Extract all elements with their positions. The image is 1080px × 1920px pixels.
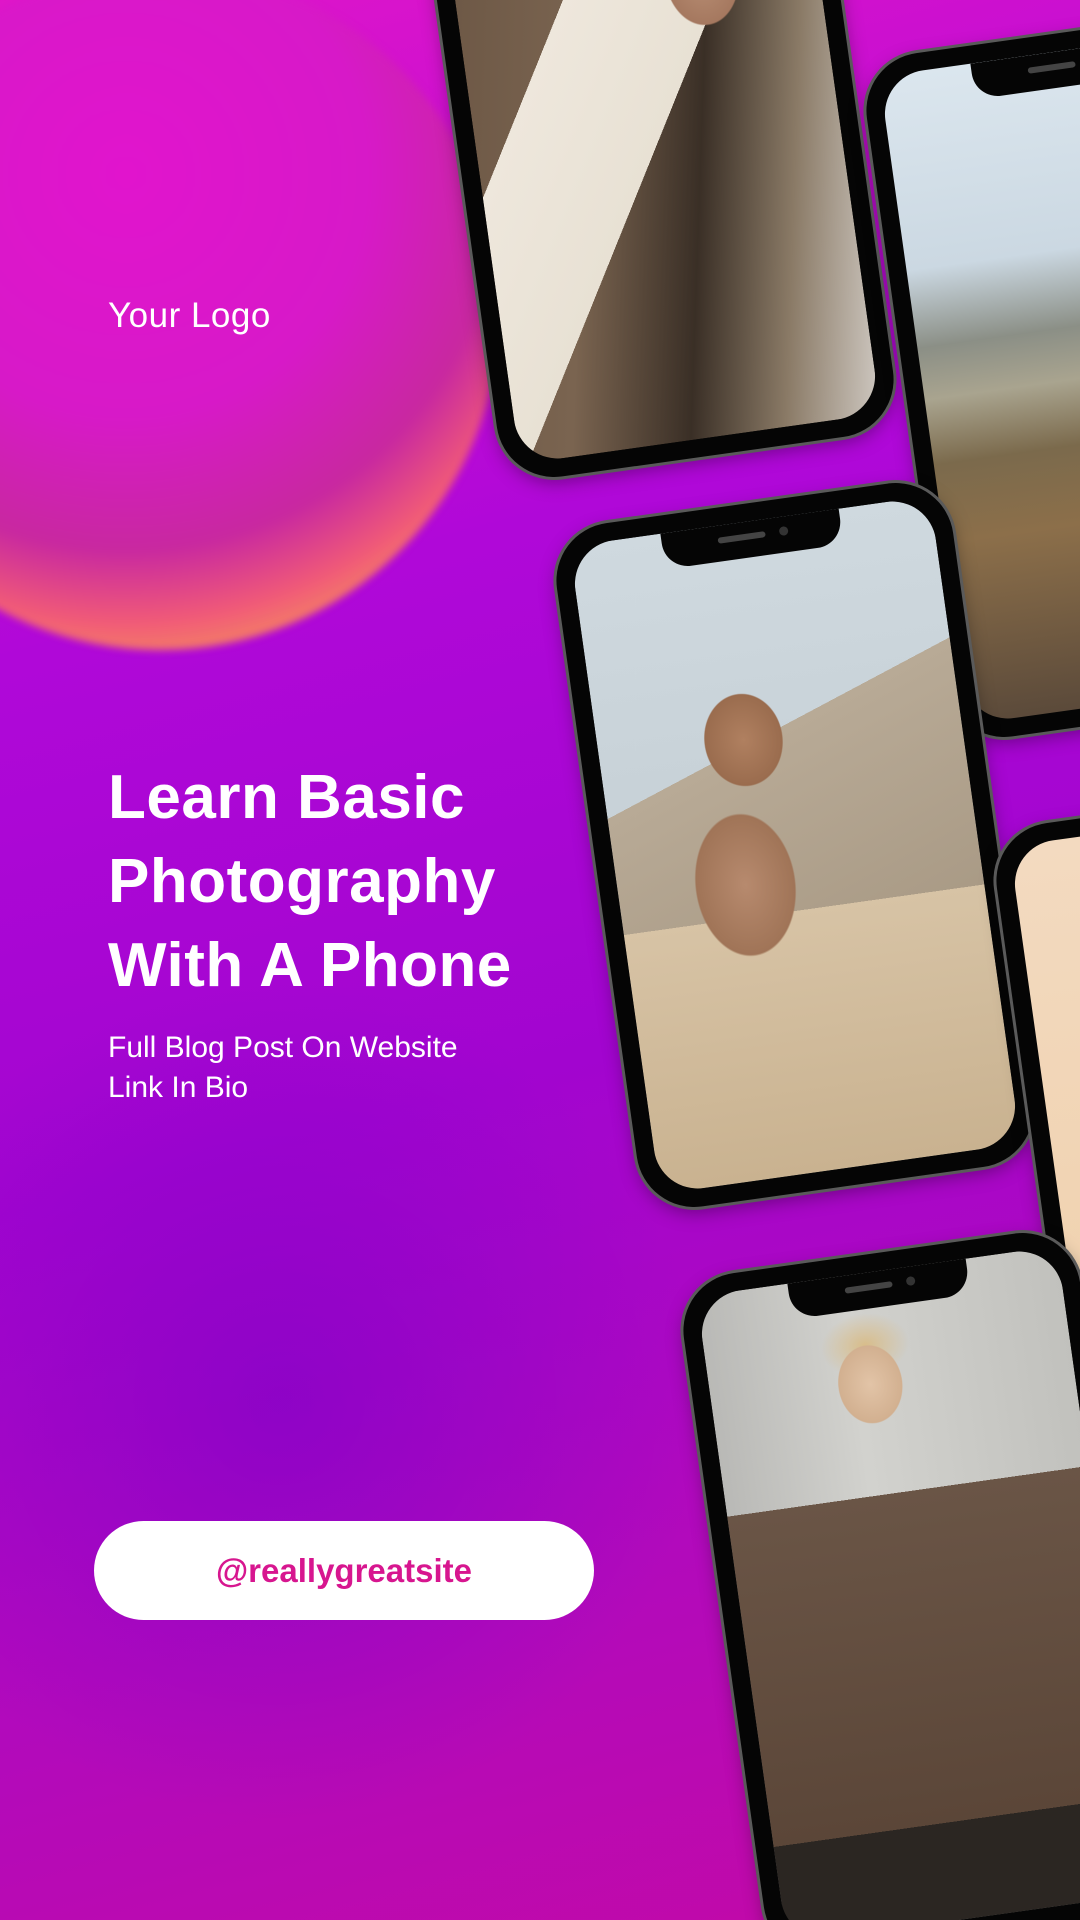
man-photo (569, 495, 1021, 1195)
headline-line: Learn Basic (108, 763, 466, 832)
subtitle: Full Blog Post On Website Link In Bio (108, 1028, 608, 1108)
subtitle-line: Link In Bio (108, 1071, 249, 1104)
subtitle-line: Full Blog Post On Website (108, 1031, 458, 1064)
poster-canvas: Your Logo Learn Basic Photography With A… (0, 0, 1080, 1920)
woman-photo (696, 1245, 1080, 1920)
phone-notch (970, 38, 1080, 100)
couple-photo (429, 0, 881, 465)
headline-line: With A Phone (108, 931, 512, 1000)
phone-mockup-woman (675, 1225, 1080, 1920)
phone-notch (660, 508, 844, 570)
phone-notch (787, 1258, 971, 1320)
headline-line: Photography (108, 847, 496, 916)
headline: Learn Basic Photography With A Phone (108, 756, 628, 1008)
website-handle-button[interactable]: @reallygreatsite (94, 1521, 594, 1620)
logo-text: Your Logo (108, 296, 271, 335)
